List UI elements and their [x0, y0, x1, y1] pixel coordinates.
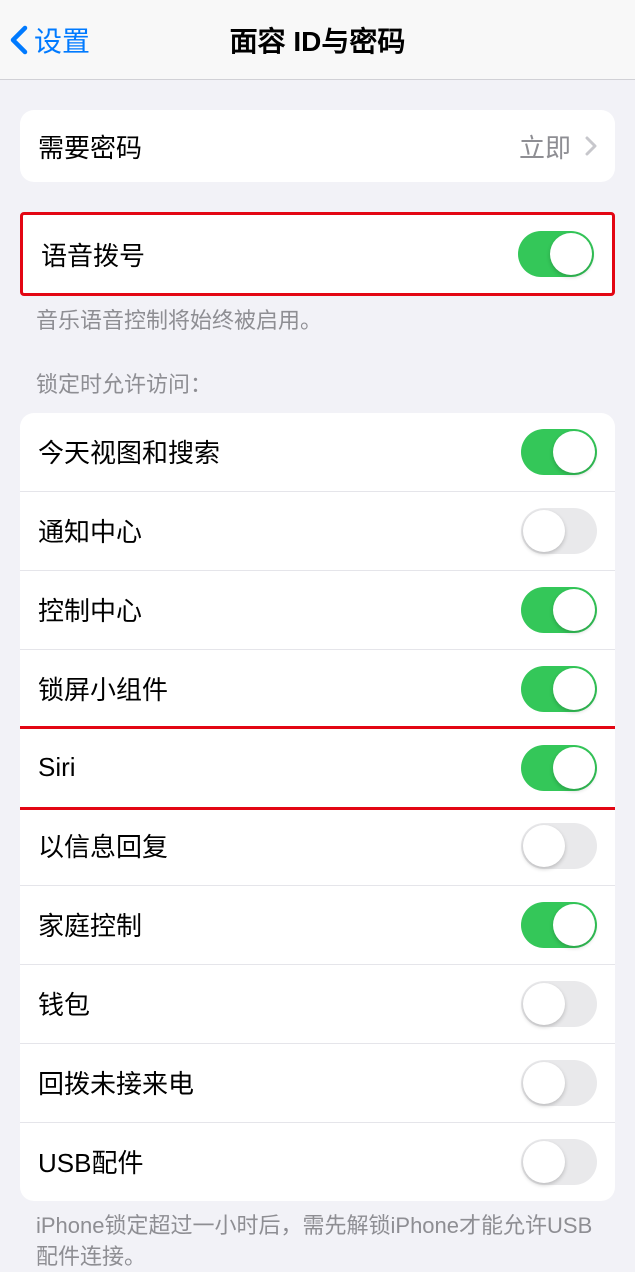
lock-access-toggle[interactable]: [521, 429, 597, 475]
back-label: 设置: [34, 20, 90, 60]
lock-access-label: 锁屏小组件: [38, 670, 168, 707]
toggle-knob: [553, 431, 595, 473]
require-passcode-label: 需要密码: [38, 128, 142, 165]
lock-access-toggle[interactable]: [521, 981, 597, 1027]
page-title: 面容 ID与密码: [230, 20, 406, 60]
lock-access-label: 控制中心: [38, 591, 142, 628]
toggle-knob: [523, 1141, 565, 1183]
chevron-right-icon: [585, 136, 597, 156]
require-passcode-group: 需要密码 立即: [20, 110, 615, 182]
back-button[interactable]: 设置: [0, 20, 90, 60]
lock-access-row: USB配件: [20, 1123, 615, 1201]
lock-access-toggle[interactable]: [521, 823, 597, 869]
lock-access-row: 控制中心: [20, 571, 615, 650]
voice-dial-footer: 音乐语音控制将始终被启用。: [0, 296, 635, 337]
lock-access-label: 回拨未接来电: [38, 1064, 194, 1101]
lock-access-toggle[interactable]: [521, 666, 597, 712]
toggle-knob: [523, 983, 565, 1025]
require-passcode-row[interactable]: 需要密码 立即: [20, 110, 615, 182]
lock-access-label: 以信息回复: [38, 827, 168, 864]
toggle-knob: [553, 904, 595, 946]
lock-access-footer: iPhone锁定超过一小时后，需先解锁iPhone才能允许USB配件连接。: [0, 1201, 635, 1272]
lock-access-toggle[interactable]: [521, 587, 597, 633]
toggle-knob: [553, 747, 595, 789]
lock-access-row: 回拨未接来电: [20, 1044, 615, 1123]
toggle-knob: [523, 1062, 565, 1104]
require-passcode-value: 立即: [519, 128, 571, 165]
toggle-knob: [553, 589, 595, 631]
lock-access-group: 今天视图和搜索通知中心控制中心锁屏小组件 Siri 以信息回复家庭控制钱包回拨未接来…: [20, 413, 615, 1201]
lock-access-toggle[interactable]: [521, 1139, 597, 1185]
lock-access-toggle[interactable]: [521, 745, 597, 791]
lock-access-row: Siri: [20, 726, 615, 810]
lock-access-toggle[interactable]: [521, 1060, 597, 1106]
navigation-bar: 设置 面容 ID与密码: [0, 0, 635, 80]
lock-access-row: 家庭控制: [20, 886, 615, 965]
lock-access-row: 通知中心: [20, 492, 615, 571]
chevron-left-icon: [10, 25, 28, 55]
toggle-knob: [523, 510, 565, 552]
lock-access-row: 锁屏小组件: [20, 650, 615, 729]
lock-access-label: Siri: [38, 752, 76, 783]
require-passcode-value-wrap: 立即: [519, 128, 597, 165]
lock-access-toggle[interactable]: [521, 508, 597, 554]
lock-access-label: USB配件: [38, 1143, 143, 1180]
lock-access-label: 通知中心: [38, 512, 142, 549]
voice-dial-group: 语音拨号: [20, 212, 615, 296]
lock-access-toggle[interactable]: [521, 902, 597, 948]
toggle-knob: [550, 233, 592, 275]
lock-access-row: 今天视图和搜索: [20, 413, 615, 492]
voice-dial-toggle[interactable]: [518, 231, 594, 277]
lock-access-label: 钱包: [38, 985, 90, 1022]
voice-dial-label: 语音拨号: [41, 236, 145, 273]
lock-access-label: 家庭控制: [38, 906, 142, 943]
toggle-knob: [553, 668, 595, 710]
lock-access-label: 今天视图和搜索: [38, 433, 220, 470]
lock-access-row: 以信息回复: [20, 807, 615, 886]
lock-access-header: 锁定时允许访问：: [0, 367, 635, 407]
lock-access-row: 钱包: [20, 965, 615, 1044]
voice-dial-row: 语音拨号: [23, 215, 612, 293]
toggle-knob: [523, 825, 565, 867]
